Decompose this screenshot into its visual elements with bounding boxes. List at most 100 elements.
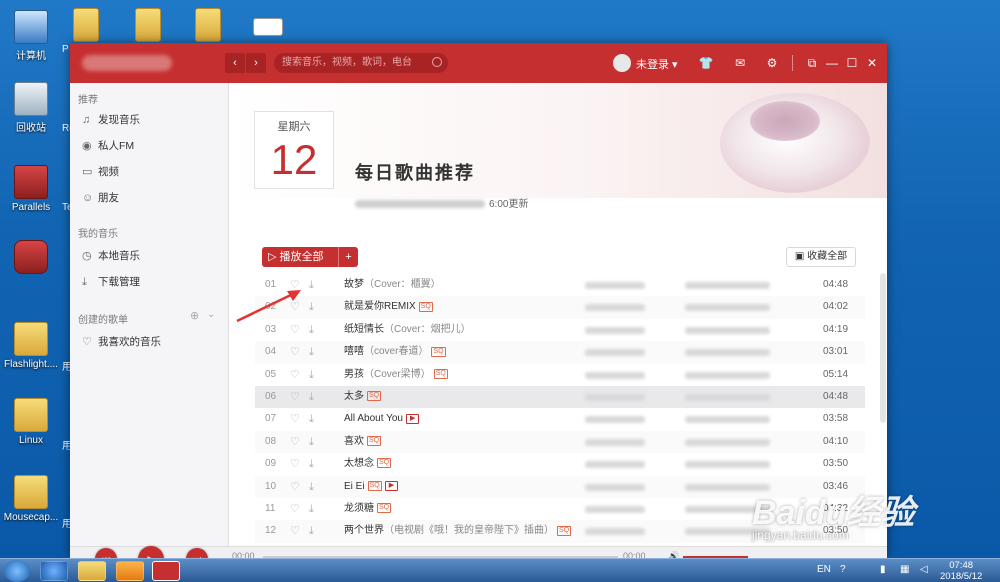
desktop-icon-recycle-bin[interactable]: 回收站 bbox=[1, 82, 61, 134]
song-duration: 04:19 bbox=[823, 323, 849, 335]
sidebar-item-video[interactable]: ▭ 视频 bbox=[82, 163, 119, 181]
blurred-album bbox=[685, 349, 770, 357]
language-indicator[interactable]: EN bbox=[817, 564, 831, 575]
avatar[interactable] bbox=[613, 54, 631, 72]
scrollbar[interactable] bbox=[880, 273, 886, 423]
ie-icon[interactable] bbox=[40, 561, 68, 581]
download-icon[interactable]: ⤓ bbox=[309, 431, 314, 453]
weekday: 星期六 bbox=[277, 121, 311, 133]
close-icon[interactable]: ✕ bbox=[864, 55, 880, 71]
sidebar-item-liked-music[interactable]: ♡ 我喜欢的音乐 bbox=[82, 333, 161, 351]
music-app-window: ‹ › 搜索音乐，视频，歌词，电台 未登录 ▾ 👕 ✉ ⚙ ⧉ — ☐ ✕ 推荐… bbox=[70, 43, 887, 558]
blurred-album bbox=[685, 304, 770, 312]
skin-icon[interactable]: 👕 bbox=[698, 55, 714, 71]
heart-icon[interactable]: ♡ bbox=[290, 364, 300, 386]
heart-icon[interactable]: ♡ bbox=[290, 341, 300, 363]
explorer-icon[interactable] bbox=[78, 561, 106, 581]
desktop-icon-flashlight[interactable]: Flashlight.... bbox=[1, 322, 61, 370]
search-icon[interactable] bbox=[432, 57, 442, 67]
heart-icon[interactable]: ♡ bbox=[290, 408, 300, 430]
heart-icon[interactable]: ♡ bbox=[290, 453, 300, 475]
table-row[interactable]: 06 ♡ ⤓ 太多 SQ 04:48 bbox=[255, 385, 865, 409]
table-row[interactable]: 07 ♡ ⤓ All About You ▶ 03:58 bbox=[255, 408, 865, 430]
mv-icon[interactable]: ▶ bbox=[384, 480, 399, 491]
netease-music-icon[interactable] bbox=[152, 561, 180, 581]
desktop-icon-shortcut[interactable] bbox=[248, 18, 288, 39]
add-playlist-icon[interactable]: ⊕ bbox=[190, 309, 199, 322]
heart-icon[interactable]: ♡ bbox=[290, 431, 300, 453]
clock[interactable]: 07:48 2018/5/12 bbox=[940, 560, 982, 582]
maximize-icon[interactable]: ☐ bbox=[844, 55, 860, 71]
chevron-down-icon[interactable]: ⌄ bbox=[207, 309, 215, 320]
settings-gear-icon[interactable]: ⚙ bbox=[764, 55, 780, 71]
table-row[interactable]: 04 ♡ ⤓ 嘻嘻（cover春道） SQ 03:01 bbox=[255, 341, 865, 364]
download-icon[interactable]: ⤓ bbox=[309, 341, 314, 363]
sidebar-item-label: 本地音乐 bbox=[98, 250, 140, 262]
section-my-music: 我的音乐 bbox=[78, 229, 118, 240]
start-button[interactable] bbox=[4, 560, 30, 582]
desktop-icon-computer[interactable]: 计算机 bbox=[1, 10, 61, 62]
sidebar-item-fm[interactable]: ◉ 私人FM bbox=[82, 137, 134, 155]
blurred-artist bbox=[585, 304, 645, 312]
mv-icon[interactable]: ▶ bbox=[405, 413, 420, 424]
heart-icon[interactable]: ♡ bbox=[290, 498, 300, 520]
sidebar-item-friends[interactable]: ☺ 朋友 bbox=[82, 189, 119, 207]
sidebar-item-downloads[interactable]: ⤓ 下载管理 bbox=[82, 273, 140, 291]
mail-icon[interactable]: ✉ bbox=[732, 55, 748, 71]
media-player-icon[interactable] bbox=[116, 561, 144, 581]
desktop-icon-folder[interactable] bbox=[188, 8, 228, 45]
speaker-icon[interactable]: ◁ bbox=[920, 564, 928, 575]
download-icon[interactable]: ⤓ bbox=[309, 386, 314, 408]
heart-icon[interactable]: ♡ bbox=[290, 476, 300, 498]
heart-icon[interactable]: ♡ bbox=[290, 386, 300, 408]
play-all-button[interactable]: ▷ 播放全部 + bbox=[262, 247, 358, 267]
download-icon[interactable]: ⤓ bbox=[309, 520, 314, 542]
desktop-icon-label: 计算机 bbox=[16, 51, 46, 62]
desktop-icon-app[interactable] bbox=[1, 240, 61, 277]
help-icon[interactable]: ? bbox=[840, 564, 846, 575]
table-row[interactable]: 05 ♡ ⤓ 男孩（Cover梁博） SQ 05:14 bbox=[255, 364, 865, 386]
heart-icon[interactable]: ♡ bbox=[290, 520, 300, 542]
desktop-icon-mousecape[interactable]: Mousecap... bbox=[1, 475, 61, 523]
download-icon[interactable]: ⤓ bbox=[309, 319, 314, 341]
battery-icon[interactable]: ▮ bbox=[880, 564, 886, 575]
download-icon[interactable]: ⤓ bbox=[309, 498, 314, 520]
add-to-queue-button[interactable]: + bbox=[338, 247, 358, 267]
back-button[interactable]: ‹ bbox=[225, 53, 245, 73]
download-icon[interactable]: ⤓ bbox=[309, 476, 314, 498]
song-duration: 03:58 bbox=[823, 413, 849, 425]
table-row[interactable]: 09 ♡ ⤓ 太想念 SQ 03:50 bbox=[255, 453, 865, 475]
sq-badge: SQ bbox=[377, 458, 392, 469]
download-icon[interactable]: ⤓ bbox=[309, 408, 314, 430]
song-index: 05 bbox=[265, 368, 277, 380]
desktop-icon-linux[interactable]: Linux bbox=[1, 398, 61, 446]
play-all-text: 播放全部 bbox=[279, 251, 324, 263]
download-icon[interactable]: ⤓ bbox=[309, 274, 314, 296]
table-row[interactable]: 03 ♡ ⤓ 纸短情长（Cover：烟把儿） 04:19 bbox=[255, 319, 865, 341]
download-icon[interactable]: ⤓ bbox=[309, 364, 314, 386]
download-icon[interactable]: ⤓ bbox=[309, 296, 314, 318]
blurred-album bbox=[685, 282, 770, 289]
song-title-cell: 故梦（Cover：櫃翼） bbox=[344, 274, 441, 296]
desktop-icon-folder[interactable] bbox=[66, 8, 106, 45]
collect-all-button[interactable]: ▣ 收藏全部 bbox=[786, 247, 856, 267]
table-row[interactable]: 08 ♡ ⤓ 喜欢 SQ 04:10 bbox=[255, 430, 865, 454]
table-row[interactable]: 02 ♡ ⤓ 就是爱你REMIX SQ 04:02 bbox=[255, 296, 865, 319]
minimize-icon[interactable]: — bbox=[824, 55, 840, 71]
desktop-icon-label: Parallels bbox=[11, 202, 51, 213]
download-icon[interactable]: ⤓ bbox=[309, 453, 314, 475]
search-input[interactable]: 搜索音乐，视频，歌词，电台 bbox=[274, 53, 448, 73]
network-icon[interactable]: ▦ bbox=[900, 564, 909, 575]
mini-mode-icon[interactable]: ⧉ bbox=[804, 55, 820, 71]
song-duration: 04:48 bbox=[823, 279, 849, 290]
blurred-artist bbox=[585, 371, 645, 379]
sidebar-item-local-music[interactable]: ◷ 本地音乐 bbox=[82, 247, 140, 265]
table-row[interactable]: 01 ♡ ⤓ 故梦（Cover：櫃翼） 04:48 bbox=[255, 274, 865, 296]
forward-button[interactable]: › bbox=[246, 53, 266, 73]
desktop-icon-folder[interactable] bbox=[128, 8, 168, 45]
sidebar-item-discover[interactable]: ♫ 发现音乐 bbox=[82, 111, 140, 129]
login-status[interactable]: 未登录 ▾ bbox=[636, 56, 678, 72]
desktop-icon-parallels[interactable]: Parallels bbox=[1, 165, 61, 213]
page-title: 每日歌曲推荐 bbox=[355, 163, 475, 183]
friends-icon: ☺ bbox=[82, 192, 94, 204]
